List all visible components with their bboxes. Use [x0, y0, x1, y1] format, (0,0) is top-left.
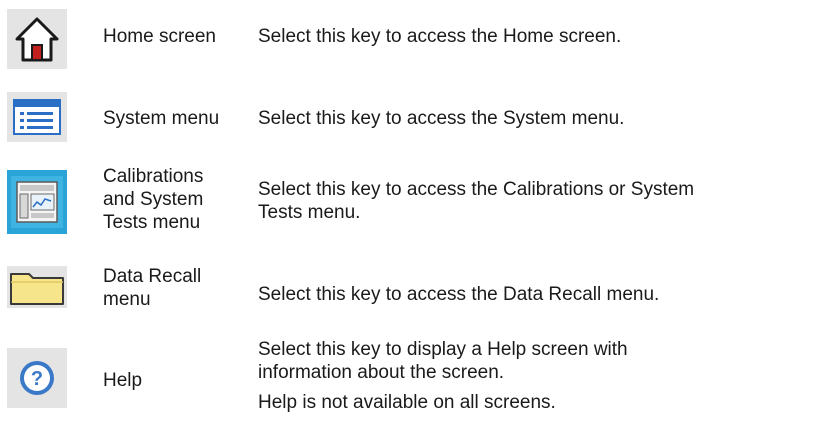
folder-icon [10, 273, 64, 305]
row-desc-help: Select this key to display a Help screen… [258, 338, 628, 414]
row-name-calibrations-line: Calibrations [103, 166, 204, 187]
row-desc-help-line: Select this key to display a Help screen… [258, 339, 628, 360]
calibrations-key[interactable] [7, 170, 67, 234]
row-desc-help-note: Help is not available on all screens. [258, 392, 556, 413]
row-desc-calibrations: Select this key to access the Calibratio… [258, 178, 694, 224]
row-desc-system: Select this key to access the System men… [258, 108, 625, 129]
calibrations-icon [11, 176, 63, 228]
row-name-home: Home screen [103, 26, 216, 47]
row-name-data-recall-line: menu [103, 289, 151, 310]
row-desc-data-recall: Select this key to access the Data Recal… [258, 284, 660, 305]
row-desc-calibrations-line: Tests menu. [258, 202, 361, 223]
row-desc-calibrations-line: Select this key to access the Calibratio… [258, 179, 695, 200]
row-desc-home: Select this key to access the Home scree… [258, 26, 622, 47]
system-menu-icon [13, 99, 61, 135]
row-desc-help-line: information about the screen. [258, 362, 505, 383]
svg-text:?: ? [31, 368, 43, 390]
row-name-system: System menu [103, 108, 220, 129]
data-recall-key[interactable] [7, 266, 67, 308]
row-name-calibrations: Calibrations and System Tests menu [103, 165, 203, 234]
row-name-calibrations-line: Tests menu [103, 212, 201, 233]
row-name-help: Help [103, 370, 143, 391]
system-menu-key[interactable] [7, 92, 67, 142]
help-icon: ? [20, 361, 54, 395]
home-key[interactable] [7, 9, 67, 69]
help-key[interactable]: ? [7, 348, 67, 408]
row-name-data-recall: Data Recall menu [103, 265, 201, 311]
home-icon [15, 17, 59, 62]
row-name-data-recall-line: Data Recall [103, 266, 202, 287]
row-name-calibrations-line: and System [103, 189, 204, 210]
